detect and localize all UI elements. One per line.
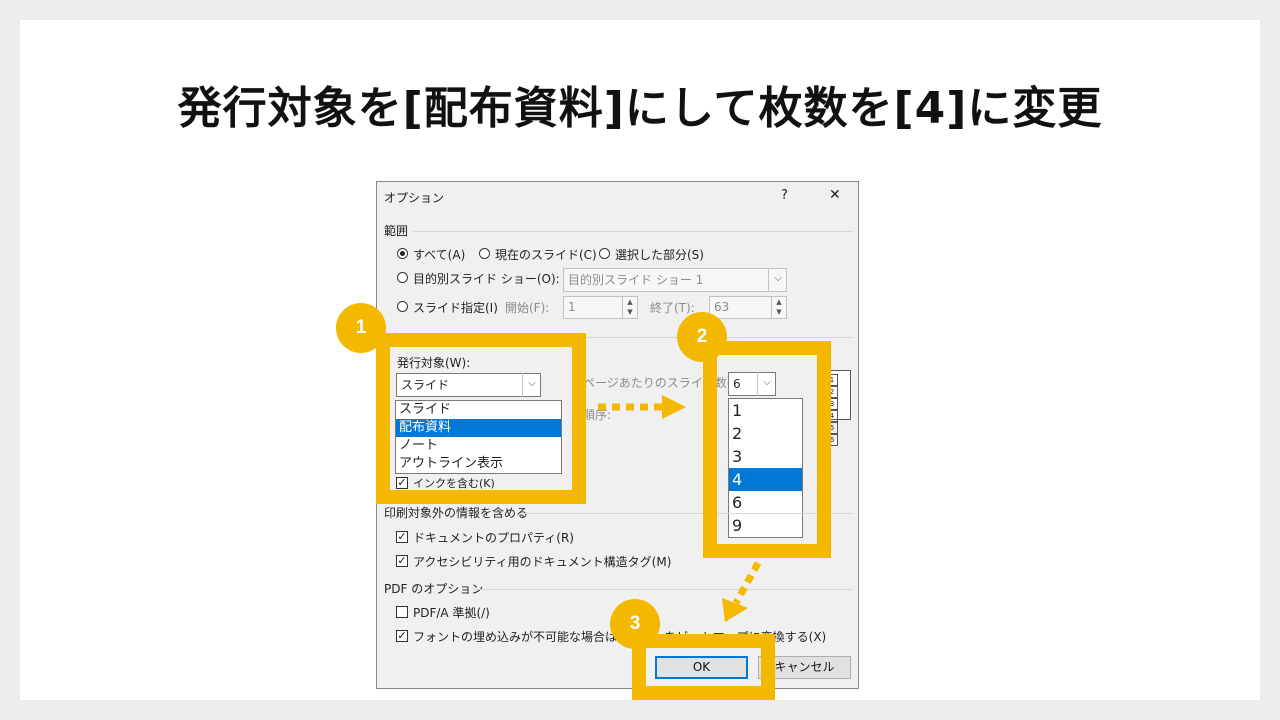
arrow-step2-to-step3: [732, 561, 762, 605]
step2-badge: 2: [677, 312, 727, 362]
step3-badge: 3: [610, 599, 660, 649]
step1-badge: 1: [336, 303, 386, 353]
arrow-head-right-icon: [662, 395, 686, 419]
